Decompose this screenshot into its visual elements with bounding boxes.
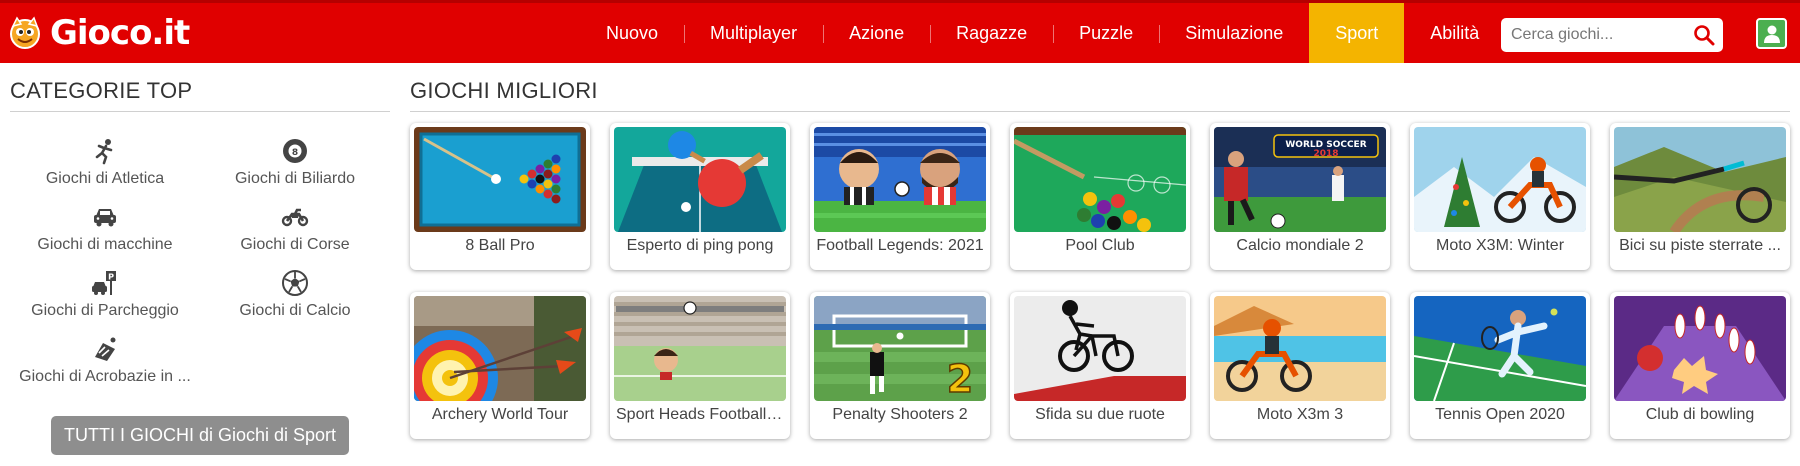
category-calcio[interactable]: Giochi di Calcio xyxy=(200,269,390,320)
game-card-bici-piste-sterrate[interactable]: Bici su piste sterrate ... xyxy=(1610,123,1790,270)
game-thumbnail xyxy=(1014,127,1186,232)
search-box xyxy=(1501,18,1723,52)
billiard-ball-icon: 8 xyxy=(283,139,307,163)
stunt-icon xyxy=(95,337,116,361)
category-corse[interactable]: Giochi di Corse xyxy=(200,203,390,254)
site-header: Gioco.it Nuovo Multiplayer Azione Ragazz… xyxy=(0,3,1800,63)
search-input[interactable] xyxy=(1501,20,1681,50)
game-title: 8 Ball Pro xyxy=(465,237,535,254)
game-card-penalty-shooters-2[interactable]: 2 Penalty Shooters 2 xyxy=(810,292,990,439)
game-title: Tennis Open 2020 xyxy=(1435,406,1565,423)
game-card-esperto-ping-pong[interactable]: Esperto di ping pong xyxy=(610,123,790,270)
category-macchine[interactable]: Giochi di macchine xyxy=(10,203,200,254)
game-card-archery-world-tour[interactable]: Archery World Tour xyxy=(410,292,590,439)
category-acrobazie[interactable]: Giochi di Acrobazie in ... xyxy=(10,335,200,386)
game-card-sfida-due-ruote[interactable]: Sfida su due ruote xyxy=(1010,292,1190,439)
game-card-calcio-mondiale-2[interactable]: WORLD SOCCER 2018 Calcio mondiale 2 xyxy=(1210,123,1390,270)
nav-item-simulazione[interactable]: Simulazione xyxy=(1159,3,1309,63)
car-icon xyxy=(94,209,116,227)
nav-item-azione[interactable]: Azione xyxy=(823,3,930,63)
nav-item-ragazze[interactable]: Ragazze xyxy=(930,3,1053,63)
category-label: Giochi di Calcio xyxy=(239,302,351,319)
game-thumbnail xyxy=(1414,127,1586,232)
game-title: Moto X3m 3 xyxy=(1256,406,1344,423)
game-thumbnail xyxy=(1414,296,1586,401)
nav-item-nuovo[interactable]: Nuovo xyxy=(580,3,684,63)
thumb-logo-year: 2018 xyxy=(1313,149,1338,159)
nav-item-abilita[interactable]: Abilità xyxy=(1404,3,1505,63)
game-thumbnail xyxy=(414,127,586,232)
parking-icon: P xyxy=(92,271,116,295)
site-logo[interactable]: Gioco.it xyxy=(8,13,190,53)
game-title: Pool Club xyxy=(1065,237,1135,254)
game-card-moto-x3m-winter[interactable]: Moto X3M: Winter xyxy=(1410,123,1590,270)
game-title: Esperto di ping pong xyxy=(626,237,774,254)
game-thumbnail: 2 xyxy=(814,296,986,401)
category-label: Giochi di Biliardo xyxy=(234,170,356,187)
category-label: Giochi di macchine xyxy=(37,236,173,253)
section-divider xyxy=(410,111,1790,112)
game-card-sport-heads-football[interactable]: Sport Heads Football ... xyxy=(610,292,790,439)
game-title: Penalty Shooters 2 xyxy=(832,406,968,423)
category-label: Giochi di Atletica xyxy=(45,170,165,187)
motorbike-icon xyxy=(281,208,309,227)
game-card-8-ball-pro[interactable]: 8 Ball Pro xyxy=(410,123,590,270)
nav-item-multiplayer[interactable]: Multiplayer xyxy=(684,3,823,63)
category-biliardo[interactable]: 8 Giochi di Biliardo xyxy=(200,137,390,188)
category-parcheggio[interactable]: P Giochi di Parcheggio xyxy=(10,269,200,320)
athletics-icon xyxy=(95,139,113,165)
category-label: Giochi di Corse xyxy=(240,236,350,253)
category-atletica[interactable]: Giochi di Atletica xyxy=(10,137,200,188)
game-card-football-legends[interactable]: Football Legends: 2021 xyxy=(810,123,990,270)
user-icon xyxy=(1763,25,1780,43)
game-thumbnail xyxy=(1614,127,1786,232)
game-title: Sfida su due ruote xyxy=(1035,406,1165,423)
thumb-number-text: 2 xyxy=(947,357,973,401)
game-title: Calcio mondiale 2 xyxy=(1236,237,1364,254)
nav-item-sport[interactable]: Sport xyxy=(1309,3,1405,63)
user-button[interactable] xyxy=(1756,18,1787,49)
game-title: Football Legends: 2021 xyxy=(816,237,984,254)
game-title: Archery World Tour xyxy=(431,406,569,423)
game-thumbnail xyxy=(614,127,786,232)
svg-text:8: 8 xyxy=(292,148,298,158)
all-sport-games-button[interactable]: TUTTI I GIOCHI di Giochi di Sport xyxy=(51,416,349,455)
game-thumbnail xyxy=(1014,296,1186,401)
game-title: Moto X3M: Winter xyxy=(1435,237,1565,254)
soccer-ball-icon xyxy=(282,270,308,296)
game-thumbnail xyxy=(614,296,786,401)
game-card-pool-club[interactable]: Pool Club xyxy=(1010,123,1190,270)
game-card-tennis-open-2020[interactable]: Tennis Open 2020 xyxy=(1410,292,1590,439)
game-title: Club di bowling xyxy=(1645,406,1755,423)
game-card-club-di-bowling[interactable]: Club di bowling xyxy=(1610,292,1790,439)
category-label: Giochi di Parcheggio xyxy=(31,302,179,319)
sidebar-divider xyxy=(10,111,390,112)
game-thumbnail xyxy=(1214,296,1386,401)
game-thumbnail xyxy=(1614,296,1786,401)
logo-text: Gioco.it xyxy=(50,13,190,53)
game-title: Bici su piste sterrate ... xyxy=(1619,237,1781,254)
nav-item-puzzle[interactable]: Puzzle xyxy=(1053,3,1159,63)
search-icon[interactable] xyxy=(1693,24,1715,46)
game-card-moto-x3m-3[interactable]: Moto X3m 3 xyxy=(1210,292,1390,439)
game-title: Sport Heads Football ... xyxy=(616,406,785,423)
game-thumbnail xyxy=(414,296,586,401)
game-thumbnail: WORLD SOCCER 2018 xyxy=(1214,127,1386,232)
category-label: Giochi di Acrobazie in ... xyxy=(19,368,191,385)
sidebar-title: CATEGORIE TOP xyxy=(10,78,193,103)
game-thumbnail xyxy=(814,127,986,232)
svg-text:P: P xyxy=(108,273,114,282)
main-nav: Nuovo Multiplayer Azione Ragazze Puzzle … xyxy=(580,3,1605,63)
section-title: GIOCHI MIGLIORI xyxy=(410,78,598,103)
mascot-logo-icon xyxy=(10,16,40,49)
